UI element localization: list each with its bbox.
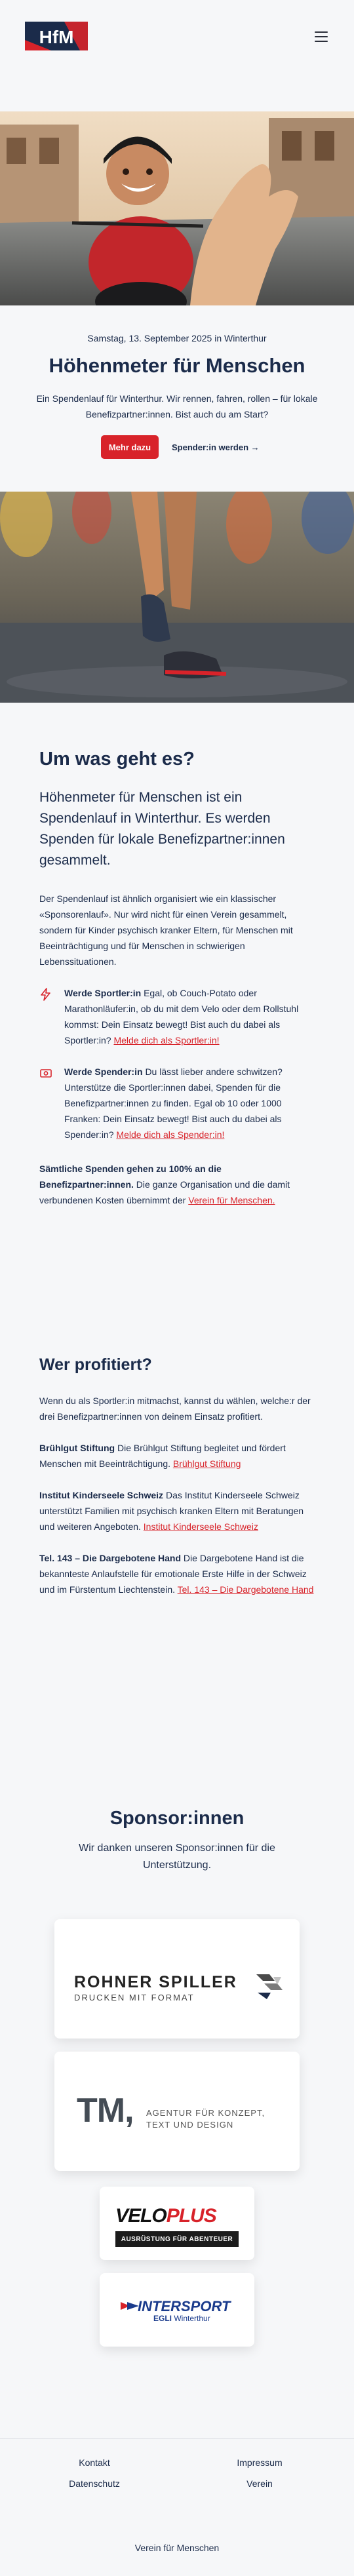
sponsors-heading: Sponsor:innen	[109, 1808, 245, 1829]
beneficiary-name: Institut Kinderseele Schweiz	[39, 1490, 164, 1500]
intro-lead: Ein Spendenlauf für Winterthur. Wir renn…	[36, 393, 318, 420]
athlete-title: Werde Sportler:in	[64, 988, 142, 998]
intersport-sub: Winterthur	[174, 2314, 210, 2323]
tm-logo-text: TM,	[77, 2092, 134, 2130]
footer-association-name[interactable]: Verein für Menschen	[125, 2543, 229, 2553]
tm-tagline-2: TEXT UND DESIGN	[146, 2120, 234, 2130]
donations-note: Sämtliche Spenden gehen zu 100% an die B…	[39, 1161, 315, 1208]
beneficiary-name: Brühlgut Stiftung	[39, 1443, 115, 1453]
sponsor-intersport[interactable]: INTERSPORT EGLI Winterthur	[100, 2273, 254, 2347]
running-image	[0, 492, 354, 703]
footer-link-association[interactable]: Verein	[207, 2478, 312, 2489]
hamburger-icon-line	[315, 36, 328, 37]
lightning-icon	[41, 988, 50, 1001]
intersport-name: INTERSPORT	[138, 2298, 231, 2314]
site-footer: Kontakt Impressum Datenschutz Verein Ver…	[0, 2438, 354, 2576]
athlete-signup-link[interactable]: Melde dich als Sportler:in!	[113, 1035, 219, 1045]
beneficiaries-heading: Wer profitiert?	[39, 1356, 152, 1374]
about-section: Um was geht es? Höhenmeter für Menschen …	[39, 749, 315, 1208]
beneficiary-link[interactable]: Tel. 143 – Die Dargebotene Hand	[178, 1584, 314, 1595]
veloplus-tagline: AUSRÜSTUNG FÜR ABENTEUER	[115, 2231, 239, 2247]
sponsors-section: Sponsor:innen Wir danken unseren Sponsor…	[0, 1808, 354, 1874]
intro-section: Samstag, 13. September 2025 in Winterthu…	[0, 305, 354, 492]
sponsor-veloplus[interactable]: VELOPLUS AUSRÜSTUNG FÜR ABENTEUER	[100, 2187, 254, 2260]
hero-image	[0, 111, 354, 305]
site-header: HfM	[0, 0, 354, 79]
become-donor-link[interactable]: Spender:in werden →	[172, 435, 260, 459]
sponsors-subheading: Wir danken unseren Sponsor:innen für die…	[79, 1843, 275, 1871]
menu-button[interactable]	[315, 31, 328, 42]
rohner-name: ROHNER SPILLER	[74, 1973, 237, 1991]
money-icon	[40, 1069, 52, 1078]
sponsor-rohner-spiller[interactable]: ROHNER SPILLER DRUCKEN MIT FORMAT	[54, 1919, 300, 2039]
association-link[interactable]: Verein für Menschen.	[188, 1195, 275, 1205]
beneficiary-link[interactable]: Institut Kinderseele Schweiz	[144, 1521, 258, 1532]
rohner-tagline: DRUCKEN MIT FORMAT	[74, 1993, 195, 2002]
about-lead: Höhenmeter für Menschen ist ein Spendenl…	[39, 790, 285, 868]
donor-signup-link[interactable]: Melde dich als Spender:in!	[116, 1129, 224, 1140]
logo-text: HfM	[39, 27, 74, 47]
intersport-sub-bold: EGLI	[153, 2314, 172, 2323]
intersport-logo-mark	[121, 2302, 139, 2310]
hamburger-icon-line	[315, 41, 328, 42]
footer-link-contact[interactable]: Kontakt	[42, 2457, 147, 2468]
tm-tagline-1: AGENTUR FÜR KONZEPT,	[146, 2108, 266, 2118]
about-heading: Um was geht es?	[39, 749, 195, 770]
sponsor-tm[interactable]: TM, AGENTUR FÜR KONZEPT, TEXT UND DESIGN	[54, 2052, 300, 2171]
athlete-block: Werde Sportler:in Egal, ob Couch-Potato …	[39, 985, 315, 1048]
rohner-logo-mark	[256, 1974, 283, 1999]
beneficiary-name: Tel. 143 – Die Dargebotene Hand	[39, 1553, 182, 1563]
beneficiary-link[interactable]: Brühlgut Stiftung	[173, 1458, 241, 1469]
veloplus-plus: PLUS	[166, 2205, 217, 2227]
donor-title: Werde Spender:in	[64, 1066, 143, 1077]
beneficiaries-intro: Wenn du als Sportler:in mitmachst, kanns…	[39, 1395, 311, 1422]
site-logo[interactable]: HfM	[25, 22, 88, 50]
footer-link-privacy[interactable]: Datenschutz	[42, 2478, 147, 2489]
hamburger-icon	[315, 31, 328, 33]
page-title: Höhenmeter für Menschen	[49, 354, 305, 377]
more-info-button[interactable]: Mehr dazu	[101, 435, 159, 459]
beneficiary-item: Brühlgut Stiftung Die Brühlgut Stiftung …	[39, 1440, 315, 1472]
event-date: Samstag, 13. September 2025 in Winterthu…	[87, 333, 267, 343]
page: HfM Samstag, 13. September 2025 in Winte…	[0, 0, 354, 2576]
footer-link-imprint[interactable]: Impressum	[207, 2457, 312, 2468]
beneficiary-item: Tel. 143 – Die Dargebotene Hand Die Darg…	[39, 1550, 315, 1597]
beneficiaries-section: Wer profitiert? Wenn du als Sportler:in …	[39, 1356, 315, 1597]
beneficiary-item: Institut Kinderseele Schweiz Das Institu…	[39, 1487, 315, 1534]
donor-block: Werde Spender:in Du lässt lieber andere …	[39, 1064, 315, 1142]
about-paragraph: Der Spendenlauf ist ähnlich organisiert …	[39, 893, 293, 967]
veloplus-velo: VELO	[115, 2205, 167, 2227]
